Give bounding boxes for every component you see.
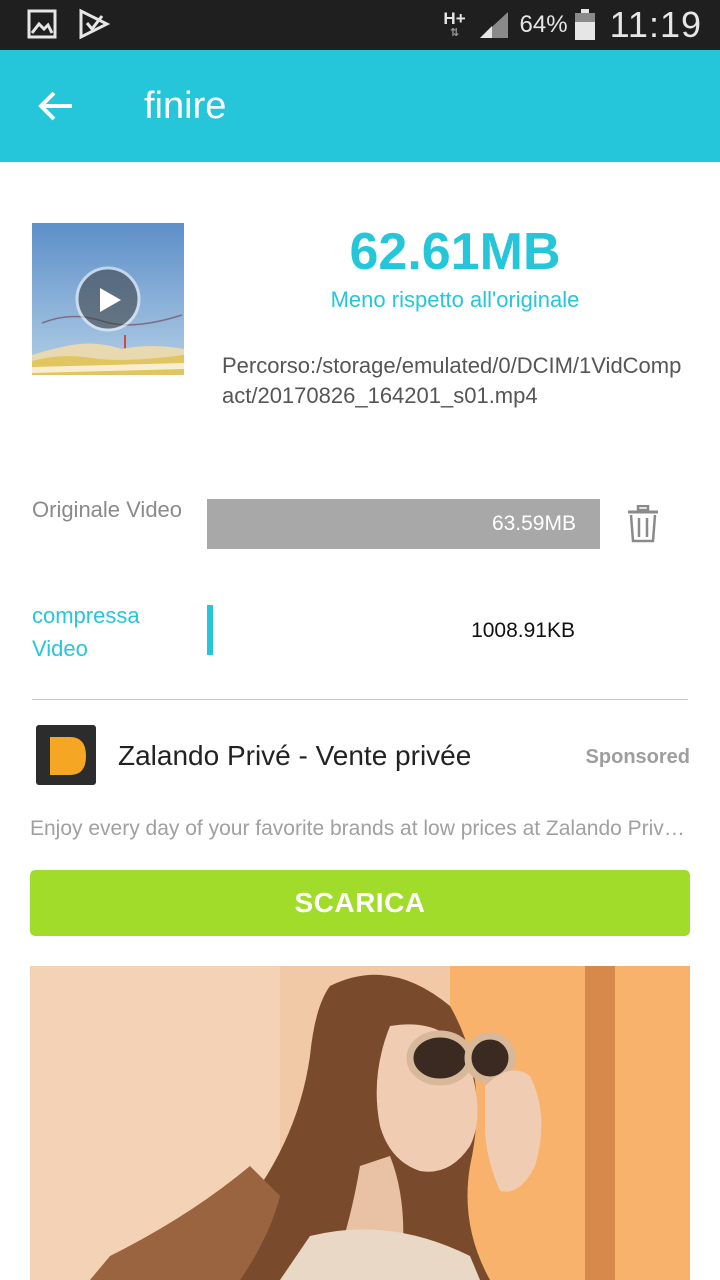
notification-icons: [26, 8, 110, 40]
ad-banner-image[interactable]: [30, 966, 690, 1280]
original-size-bar: 63.59MB: [207, 499, 600, 549]
original-video-label: Originale Video: [32, 497, 183, 522]
zalando-play-logo-icon[interactable]: [36, 725, 96, 785]
arrow-back-icon[interactable]: [30, 80, 82, 132]
saved-size: 62.61MB: [349, 223, 561, 281]
battery-icon: [574, 9, 595, 40]
status-bar: H+ ⇅ 64% 11:19: [0, 0, 720, 50]
original-size-value: 63.59MB: [491, 512, 576, 535]
download-button[interactable]: SCARICA: [30, 870, 690, 936]
trash-icon[interactable]: [626, 505, 660, 543]
play-icon: [100, 288, 121, 312]
compressed-size-value: 1008.91KB: [471, 619, 575, 642]
file-path: Percorso:/storage/emulated/0/DCIM/1VidCo…: [222, 353, 682, 408]
app-bar: finire: [0, 50, 720, 162]
compressed-video-label: compressa Video: [32, 603, 140, 661]
video-thumbnail[interactable]: [32, 223, 184, 375]
gallery-notification-icon: [27, 9, 57, 39]
compressed-size-bar: [207, 605, 213, 655]
saved-caption: Meno rispetto all'originale: [330, 287, 580, 312]
signal-icon: [479, 12, 508, 38]
ad-description: Enjoy every day of your favorite brands …: [30, 817, 690, 840]
page-title: finire: [144, 85, 227, 127]
ad-title[interactable]: Zalando Privé - Vente privée: [118, 740, 471, 772]
network-type: H+ ⇅: [443, 9, 466, 39]
check-notification-icon: [79, 8, 110, 40]
battery-percent: 64%: [519, 11, 568, 38]
clock: 11:19: [609, 4, 702, 45]
divider: [32, 699, 688, 700]
sponsored-label: Sponsored: [585, 746, 690, 768]
